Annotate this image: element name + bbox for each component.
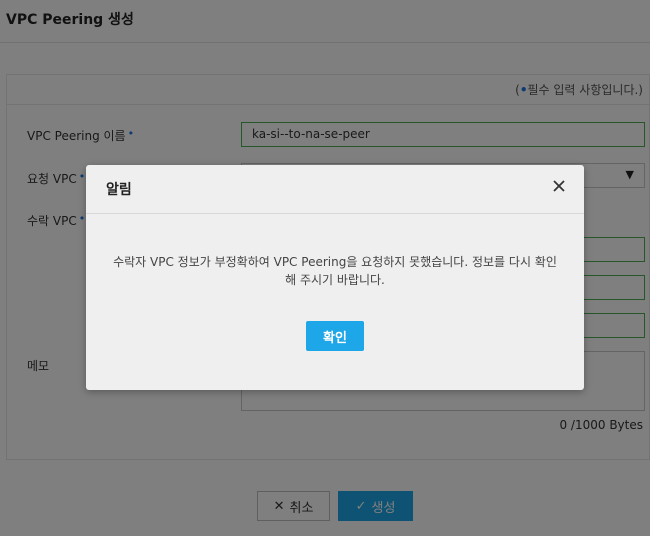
dialog-title: 알림 [106,182,132,198]
dialog-message-line1: 수락자 VPC 정보가 부정확하여 VPC Peering을 요청하지 못했습니… [113,255,557,269]
close-icon[interactable] [552,179,566,193]
alert-dialog: 알림 수락자 VPC 정보가 부정확하여 VPC Peering을 요청하지 못… [86,165,584,390]
dialog-message: 수락자 VPC 정보가 부정확하여 VPC Peering을 요청하지 못했습니… [104,253,566,289]
dialog-message-line2: 해 주시기 바랍니다. [285,273,385,287]
confirm-button[interactable]: 확인 [306,321,364,351]
dialog-header: 알림 [86,165,584,214]
